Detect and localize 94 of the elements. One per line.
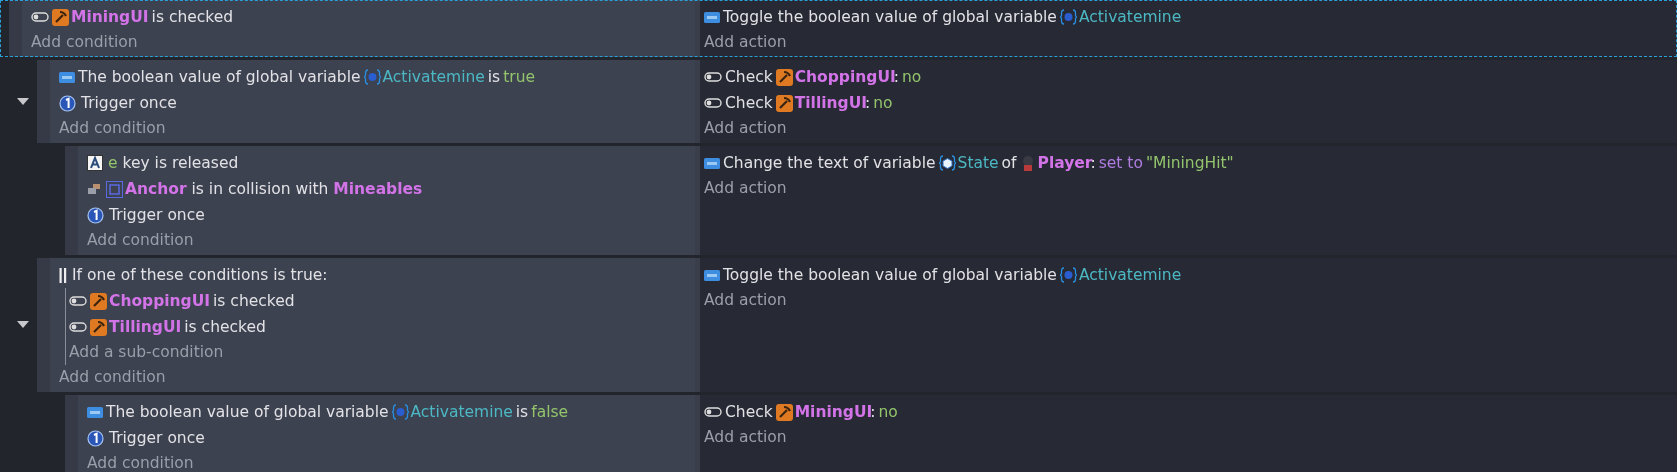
tool-icon [775,403,793,421]
event-handle-bar[interactable] [65,395,78,472]
global-variable-icon [391,404,409,420]
action-text: Check [725,403,773,421]
event-handle-bar[interactable] [37,60,50,143]
tool-icon [52,8,69,26]
condition-text: is [515,403,529,421]
add-condition-link[interactable]: Add condition [59,116,166,141]
toggle-icon [69,322,87,332]
event-row[interactable]: If one of these conditions is true: ChoppingUI is checked TillingUI is checked Add a sub-condition Add condition Toggle the boolean value of global variable Activatemine Add action [0,258,1677,392]
trigger-once-icon [87,206,104,224]
action-text: of [1001,154,1017,172]
add-condition-link[interactable]: Add condition [87,228,194,253]
operator-text: set to [1098,154,1143,172]
event-row[interactable]: The boolean value of global variable Activatemine is false Trigger once Add condition Check MiningUI: no Add action [0,395,1677,472]
add-condition-link[interactable]: Add condition [59,365,166,390]
object-name: ChoppingUI [109,292,211,310]
action-text: : [865,94,871,112]
object-name: ChoppingUI [794,68,896,86]
action-text: : [870,403,876,421]
condition-text: is [487,68,501,86]
add-condition-link[interactable]: Add condition [87,451,194,472]
event-row[interactable]: e key is released Anchor is in collision with Mineables Trigger once Add condition Change the text of variable State of Player: set to "MiningHit" Add action [0,146,1677,255]
variable-icon [59,71,75,83]
value-text: no [873,94,893,112]
condition-text: Trigger once [109,206,205,224]
condition-text: is checked [213,292,295,310]
action-text: Toggle the boolean value of global variable [723,266,1057,284]
value-text: true [503,68,535,86]
global-variable-icon [363,69,381,85]
variable-icon [704,157,720,169]
add-sub-condition-link[interactable]: Add a sub-condition [69,340,224,365]
action-text: Toggle the boolean value of global variable [723,8,1057,26]
box-object-icon [106,180,123,198]
condition-text: Trigger once [81,94,177,112]
condition-text: is in collision with [191,180,329,198]
collapse-arrow-icon[interactable] [17,321,29,329]
event-handle-bar[interactable] [9,0,22,57]
event-handle-bar[interactable] [37,258,50,392]
toggle-icon [704,98,722,108]
variable-name: Activatemine [1078,8,1182,26]
object-name: Mineables [333,180,423,198]
cube-variable-icon [938,155,956,171]
variable-name: Activatemine [1078,266,1182,284]
global-variable-icon [1059,267,1077,283]
trigger-once-icon [87,429,104,447]
keyboard-key-icon [87,155,103,171]
add-action-link[interactable]: Add action [704,176,787,201]
event-row[interactable]: The boolean value of global variable Activatemine is true Trigger once Add condition Check ChoppingUI: no Check TillingUI: no Add action [0,60,1677,143]
condition-text: is checked [151,8,234,26]
toggle-icon [31,12,49,22]
variable-name: Activatemine [382,68,485,86]
action-text: Check [725,94,773,112]
tool-icon [775,68,793,86]
layers-icon [87,183,101,195]
condition-text: is checked [184,318,266,336]
object-name: MiningUI [71,8,149,26]
toggle-icon [704,72,722,82]
variable-name: State [957,154,999,172]
condition-text: The boolean value of global variable [78,68,361,86]
tool-icon [90,318,107,336]
event-row[interactable]: MiningUI is checked Add condition Toggle the boolean value of global variable Activatemine Add action [0,0,1677,57]
add-action-link[interactable]: Add action [704,116,787,141]
action-text: Change the text of variable [723,154,936,172]
trigger-once-icon [59,94,76,112]
variable-icon [704,269,720,281]
condition-text: Trigger once [109,429,205,447]
value-text: "MiningHit" [1145,154,1234,172]
tool-icon [90,292,107,310]
value-text: false [531,403,569,421]
condition-text: The boolean value of global variable [106,403,389,421]
variable-icon [704,11,720,23]
or-icon [59,267,67,283]
global-variable-icon [1059,9,1077,25]
add-action-link[interactable]: Add action [704,288,787,313]
value-text: no [878,403,898,421]
collapse-arrow-icon[interactable] [17,97,29,106]
toggle-icon [69,296,87,306]
add-action-link[interactable]: Add action [704,30,787,55]
event-handle-bar[interactable] [65,146,78,255]
condition-text: key is released [122,154,239,172]
value-text: e [108,154,118,172]
tool-icon [775,94,793,112]
variable-name: Activatemine [410,403,513,421]
variable-icon [87,406,103,418]
action-text: Check [725,68,773,86]
condition-text: If one of these conditions is true: [72,266,328,284]
object-name: Anchor [125,180,187,198]
object-name: TillingUI [109,318,182,336]
add-action-link[interactable]: Add action [704,425,787,450]
object-name: TillingUI [794,94,867,112]
add-condition-link[interactable]: Add condition [31,30,138,55]
toggle-icon [704,407,722,417]
value-text: no [901,68,922,86]
